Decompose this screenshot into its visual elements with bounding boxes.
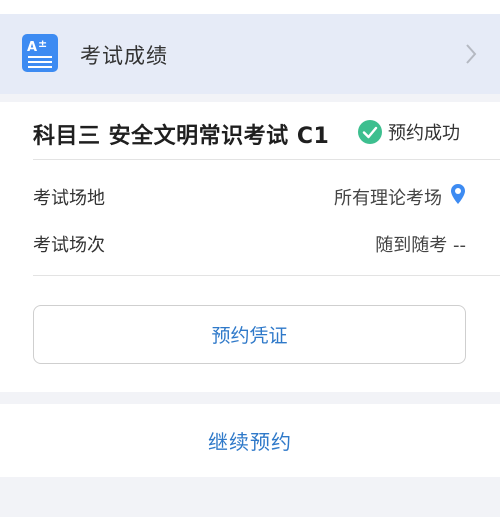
svg-text:A: A	[27, 40, 37, 55]
svg-text:±: ±	[38, 37, 47, 50]
session-label: 考试场次	[33, 235, 105, 256]
venue-label: 考试场地	[33, 188, 105, 209]
exam-score-row[interactable]: A ± 考试成绩	[0, 14, 500, 94]
venue-value: 所有理论考场	[334, 188, 442, 209]
continue-booking-bar: 继续预约	[0, 404, 500, 477]
status-text: 预约成功	[388, 123, 460, 144]
divider	[33, 275, 500, 276]
check-circle-icon	[358, 120, 382, 144]
booking-status: 预约成功	[358, 119, 460, 145]
exam-subject-title: 科目三 安全文明常识考试 C1	[33, 124, 330, 149]
continue-booking-link[interactable]: 继续预约	[208, 426, 292, 455]
divider	[33, 159, 500, 160]
booking-voucher-button[interactable]: 预约凭证	[33, 305, 466, 364]
grade-doc-icon: A ±	[22, 34, 58, 72]
booking-card: 科目三 安全文明常识考试 C1 预约成功 考试场地 所有理论考场 考试场次 随到…	[0, 102, 500, 392]
exam-score-label: 考试成绩	[80, 44, 168, 68]
top-strip	[0, 0, 500, 14]
location-pin-icon[interactable]	[450, 183, 466, 205]
chevron-right-icon	[466, 44, 477, 64]
session-value: 随到随考 --	[375, 235, 466, 256]
